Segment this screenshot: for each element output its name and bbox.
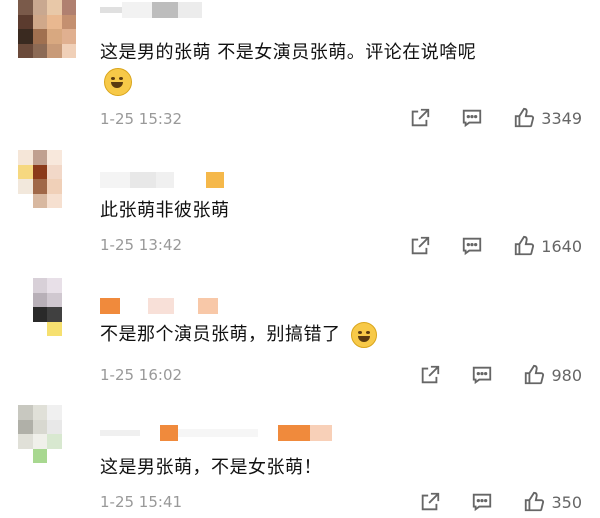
like-icon [515,107,535,128]
laugh-cry-emoji-icon [350,322,377,348]
comment-item: 这是男的张萌 不是女演员张萌。评论在说啥呢 1-25 15:32 3349 [0,0,600,140]
username-blurred[interactable] [100,296,218,316]
timestamp: 1-25 13:42 [100,236,183,254]
share-icon[interactable] [419,491,441,513]
comment-text: 这是男的张萌 不是女演员张萌。评论在说啥呢 [100,38,476,96]
like-count: 3349 [541,108,582,128]
avatar[interactable] [18,278,76,336]
like-button[interactable]: 3349 [513,107,582,129]
like-button[interactable]: 350 [523,491,582,513]
comment-icon[interactable] [461,235,483,257]
like-icon [525,491,545,512]
grin-sweat-emoji-icon [104,68,132,96]
share-icon[interactable] [419,364,441,386]
like-icon [525,364,545,385]
comment-text: 此张萌非彼张萌 [100,200,230,221]
timestamp: 1-25 15:41 [100,493,183,511]
comment-text: 这是男张萌，不是女张萌！ [100,457,322,478]
like-icon [515,235,535,256]
comment-item: 不是那个演员张萌，别搞错了 1-25 16:02 980 [0,278,600,403]
like-count: 1640 [541,236,582,256]
timestamp: 1-25 15:32 [100,110,183,128]
comment-actions: 1640 [409,234,582,258]
comment-icon[interactable] [461,107,483,129]
comment-item: 此张萌非彼张萌 1-25 13:42 1640 [0,150,600,270]
timestamp: 1-25 16:02 [100,366,183,384]
like-button[interactable]: 980 [523,364,582,386]
like-count: 350 [551,492,582,512]
comment-icon[interactable] [471,491,493,513]
username-blurred[interactable] [100,423,332,443]
username-blurred[interactable] [100,170,224,190]
comment-icon[interactable] [471,364,493,386]
comment-text: 不是那个演员张萌，别搞错了 [100,320,377,348]
avatar[interactable] [18,405,76,463]
avatar[interactable] [18,150,76,208]
avatar[interactable] [18,0,76,58]
like-button[interactable]: 1640 [513,235,582,257]
comment-actions: 3349 [409,106,582,130]
share-icon[interactable] [409,235,431,257]
comment-actions: 350 [419,490,582,514]
comment-actions: 980 [419,363,582,387]
comment-item: 这是男张萌，不是女张萌！ 1-25 15:41 350 [0,405,600,518]
share-icon[interactable] [409,107,431,129]
like-count: 980 [551,365,582,385]
username-blurred[interactable] [100,0,202,20]
